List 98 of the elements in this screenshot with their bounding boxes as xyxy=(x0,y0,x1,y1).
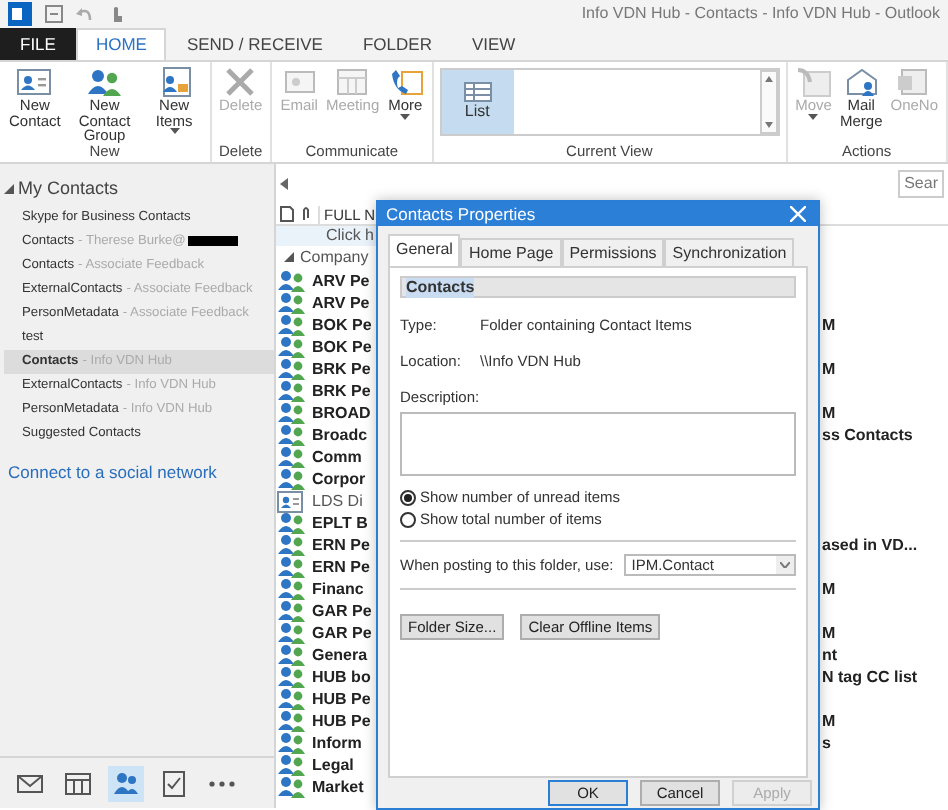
contact-group-icon xyxy=(276,422,306,448)
description-field[interactable] xyxy=(400,412,796,477)
contact-group-icon xyxy=(276,598,306,624)
contact-group-icon xyxy=(276,312,306,338)
name-field[interactable]: Contacts xyxy=(400,276,796,299)
contact-group-icon xyxy=(276,620,306,646)
ribbon-tab[interactable]: SEND / RECEIVE xyxy=(166,28,343,60)
table-cell: M xyxy=(822,624,836,643)
move-icon xyxy=(795,66,832,98)
table-cell: ased in VD... xyxy=(822,536,918,555)
dialog-tab[interactable]: Home Page xyxy=(460,237,562,267)
table-cell: M xyxy=(822,712,836,731)
contact-group-icon xyxy=(276,466,306,492)
file-tab[interactable]: FILE xyxy=(0,28,76,60)
email-icon xyxy=(281,66,318,98)
table-cell: M xyxy=(822,404,836,423)
list-view-icon xyxy=(463,82,492,103)
group-header[interactable]: Company xyxy=(300,247,369,267)
contact-group-icon xyxy=(276,268,306,294)
contact-name[interactable]: GAR Pe xyxy=(312,623,384,643)
contact-name[interactable]: ARV Pe xyxy=(312,293,384,313)
contact-group-icon xyxy=(276,532,306,558)
delete-icon xyxy=(222,66,259,98)
contact-name[interactable]: Legal xyxy=(312,755,384,775)
table-cell: N tag CC list xyxy=(822,668,918,687)
view-option[interactable]: List xyxy=(441,70,514,134)
contact-card-icon xyxy=(16,66,53,98)
ribbon-tab[interactable]: VIEW xyxy=(451,28,536,60)
contact-name[interactable]: BOK Pe xyxy=(312,337,384,357)
dialog-tab[interactable]: Permissions xyxy=(561,237,665,267)
contact-group-icon xyxy=(276,510,306,536)
contact-name[interactable]: Genera xyxy=(312,645,384,665)
calendar-icon xyxy=(334,66,371,98)
contact-name[interactable]: EPLT B xyxy=(312,513,384,533)
contact-group-icon xyxy=(276,576,306,602)
contact-name[interactable]: HUB bo xyxy=(312,667,384,687)
contact-name[interactable]: LDS Di xyxy=(312,491,384,511)
contact-group-icon xyxy=(276,686,306,712)
window-title: Info VDN Hub - Contacts - Info VDN Hub - Outlook xyxy=(581,4,940,24)
contact-group-icon xyxy=(276,752,306,778)
collapse-icon xyxy=(280,178,288,191)
notebook-icon xyxy=(896,66,933,98)
contact-name[interactable]: Corpor xyxy=(312,469,384,489)
contact-name[interactable]: BRK Pe xyxy=(312,359,384,379)
contact-group-icon xyxy=(276,642,306,668)
contact-card-icon xyxy=(276,488,304,514)
expanded-icon[interactable] xyxy=(284,252,294,262)
ribbon-tab[interactable]: FOLDER xyxy=(342,28,452,60)
contact-group-icon xyxy=(276,378,306,404)
contact-name[interactable]: Market xyxy=(312,777,384,797)
radio-button[interactable] xyxy=(400,489,416,506)
contact-name[interactable]: BRK Pe xyxy=(312,381,384,401)
contact-name[interactable]: Broadc xyxy=(312,425,384,445)
close-button[interactable] xyxy=(786,205,810,222)
contact-name[interactable]: ERN Pe xyxy=(312,557,384,577)
collapse-button[interactable] xyxy=(276,174,292,194)
table-cell: s xyxy=(822,734,831,753)
radio-button[interactable] xyxy=(400,511,416,528)
social-network-link[interactable]: Connect to a social network xyxy=(4,445,274,482)
contact-name[interactable]: Financ xyxy=(312,579,384,599)
contact-group-icon xyxy=(276,664,306,690)
attachment-icon xyxy=(300,206,312,222)
contact-name[interactable]: BOK Pe xyxy=(312,315,384,335)
contact-name[interactable]: GAR Pe xyxy=(312,601,384,621)
dialog-title: Contacts Properties xyxy=(386,203,536,225)
phone-icon xyxy=(387,66,424,98)
tree-header[interactable]: My Contacts xyxy=(18,178,119,200)
table-cell: M xyxy=(822,580,836,599)
contact-name[interactable]: HUB Pe xyxy=(312,689,384,709)
contact-group-icon xyxy=(276,444,306,470)
chevron-down-icon[interactable] xyxy=(780,562,790,569)
contact-group-icon xyxy=(276,774,306,800)
contact-group-icon xyxy=(276,554,306,580)
contact-name[interactable]: Inform xyxy=(312,733,384,753)
contact-group-icon xyxy=(276,290,306,316)
table-cell: M xyxy=(822,316,836,335)
contact-group-icon xyxy=(276,356,306,382)
table-cell: ss Contacts xyxy=(822,426,913,445)
contact-name[interactable]: ARV Pe xyxy=(312,271,384,291)
gallery-scroll-icon[interactable] xyxy=(759,70,778,134)
table-cell: M xyxy=(822,360,836,379)
dialog-tab[interactable]: General xyxy=(388,233,461,267)
table-cell: nt xyxy=(822,646,838,665)
contact-name[interactable]: ERN Pe xyxy=(312,535,384,555)
people-icon xyxy=(86,66,123,98)
contact-name[interactable]: Comm xyxy=(312,447,384,467)
contact-group-icon xyxy=(276,400,306,426)
mail-merge-icon xyxy=(843,66,880,98)
contact-group-icon xyxy=(276,334,306,360)
contact-group-icon xyxy=(276,730,306,756)
dialog-tab[interactable]: Synchronization xyxy=(664,237,795,267)
expanded-icon[interactable] xyxy=(4,183,14,194)
new-item-row[interactable]: Click h xyxy=(276,226,376,246)
search-field[interactable]: Sear xyxy=(898,170,944,198)
contact-name[interactable]: HUB Pe xyxy=(312,711,384,731)
ribbon-tab[interactable]: HOME xyxy=(75,28,167,60)
contact-group-icon xyxy=(276,708,306,734)
contact-name[interactable]: BROAD xyxy=(312,403,384,423)
